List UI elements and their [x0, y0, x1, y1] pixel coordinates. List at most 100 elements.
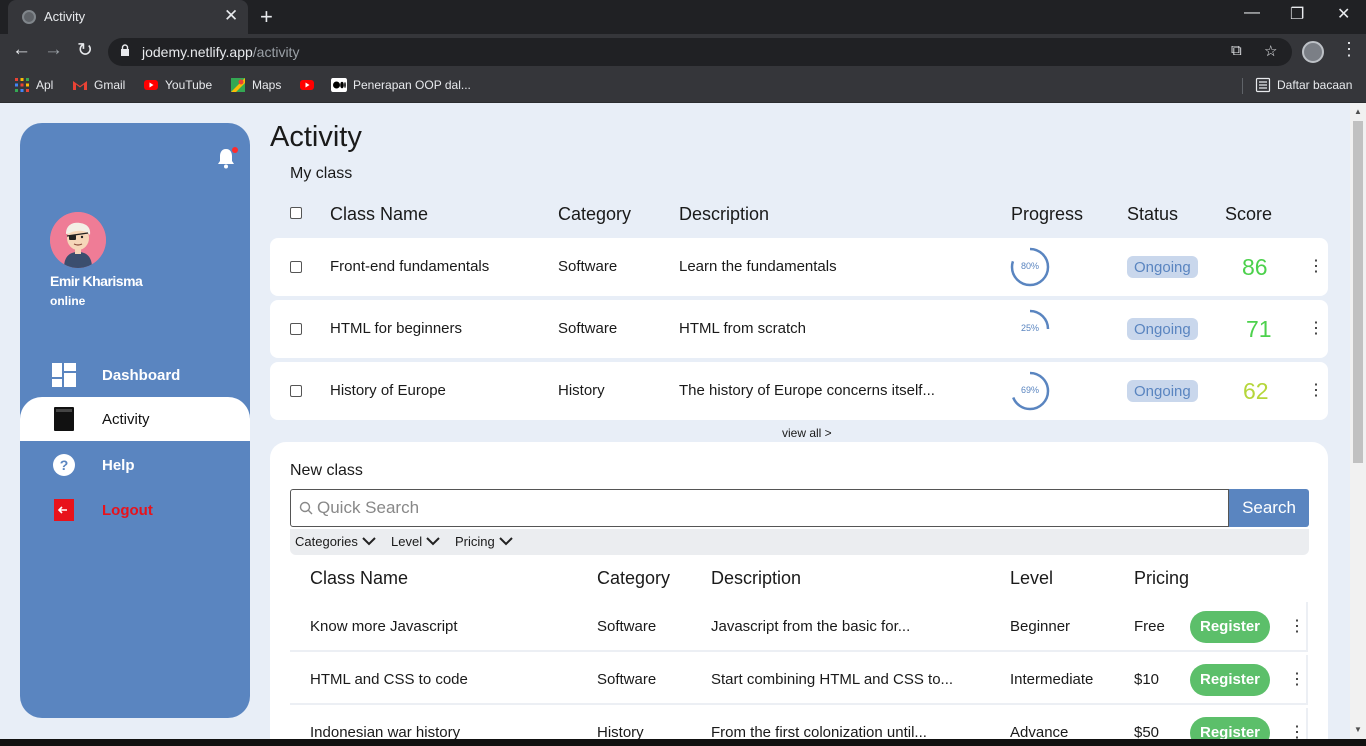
- bookmark-label: YouTube: [165, 78, 213, 92]
- bookmark-maps[interactable]: Maps: [230, 77, 281, 93]
- bookmark-label: Gmail: [94, 78, 126, 92]
- column-header-description: Description: [711, 568, 802, 588]
- register-button[interactable]: Register: [1190, 717, 1270, 739]
- sidebar-item-activity[interactable]: Activity: [20, 397, 250, 441]
- forward-icon[interactable]: →: [44, 39, 63, 61]
- bookmark-star-icon[interactable]: ☆: [1264, 42, 1277, 60]
- progress-label: 69%: [1020, 385, 1039, 395]
- row-menu-icon[interactable]: ⋮: [1289, 616, 1305, 636]
- filter-level[interactable]: Level: [391, 534, 440, 549]
- reload-icon[interactable]: ↻: [77, 39, 93, 62]
- close-window-icon[interactable]: ✕: [1337, 4, 1350, 24]
- search-icon: [299, 501, 313, 515]
- sidebar-item-dashboard[interactable]: Dashboard: [20, 353, 250, 397]
- class-category: Software: [597, 671, 657, 688]
- reading-list-icon: [1255, 77, 1271, 93]
- column-header-pricing: Pricing: [1134, 568, 1190, 588]
- back-icon[interactable]: ←: [12, 39, 31, 61]
- row-checkbox[interactable]: [290, 261, 302, 273]
- bookmark-medium[interactable]: Penerapan OOP dal...: [331, 77, 471, 93]
- filter-label: Level: [391, 534, 423, 549]
- gmail-icon: [73, 81, 87, 90]
- new-class-row[interactable]: Indonesian war history History From the …: [290, 708, 1308, 739]
- column-header-score: Score: [1225, 204, 1273, 224]
- reading-list[interactable]: Daftar bacaan: [1255, 77, 1352, 93]
- class-description: Javascript from the basic for...: [711, 618, 911, 635]
- class-description: Learn the fundamentals: [679, 258, 837, 275]
- select-all-checkbox[interactable]: [290, 207, 302, 219]
- close-tab-icon[interactable]: ✕: [224, 6, 238, 26]
- row-checkbox[interactable]: [290, 385, 302, 397]
- class-name: HTML for beginners: [330, 320, 462, 337]
- my-class-row[interactable]: HTML for beginners Software HTML from sc…: [270, 300, 1328, 358]
- bookmark-separator: [1242, 78, 1243, 94]
- scroll-thumb[interactable]: [1353, 121, 1363, 463]
- page-scrollbar[interactable]: ▲ ▼: [1350, 103, 1366, 739]
- status-badge: Ongoing: [1127, 380, 1198, 402]
- translate-icon[interactable]: ⧉: [1231, 42, 1242, 59]
- globe-icon: [22, 10, 36, 24]
- class-category: History: [558, 382, 605, 399]
- row-menu-icon[interactable]: ⋮: [1289, 722, 1305, 739]
- bookmark-gmail[interactable]: Gmail: [72, 77, 125, 93]
- search-input[interactable]: [317, 496, 1217, 520]
- bookmark-youtube-2[interactable]: [299, 77, 315, 93]
- row-checkbox[interactable]: [290, 323, 302, 335]
- browser-tab[interactable]: Activity ✕: [8, 0, 248, 34]
- sidebar-item-help[interactable]: ? Help: [20, 443, 250, 487]
- sidebar: Emir Kharisma online Dashboard Activity …: [20, 123, 250, 718]
- address-bar[interactable]: jodemy.netlify.app/activity ⧉ ☆: [108, 38, 1292, 66]
- filter-pricing[interactable]: Pricing: [455, 534, 513, 549]
- chevron-down-icon: [362, 537, 376, 546]
- view-all-link[interactable]: view all >: [782, 426, 832, 440]
- row-menu-icon[interactable]: ⋮: [1289, 669, 1305, 689]
- my-class-row[interactable]: History of Europe History The history of…: [270, 362, 1328, 420]
- search-field[interactable]: [290, 489, 1229, 527]
- new-class-heading: New class: [290, 462, 363, 479]
- sidebar-item-logout[interactable]: Logout: [20, 488, 250, 532]
- sidebar-item-label: Logout: [102, 502, 153, 519]
- class-name: History of Europe: [330, 382, 446, 399]
- class-category: Software: [597, 618, 657, 635]
- status-badge: Ongoing: [1127, 318, 1198, 340]
- new-class-row[interactable]: Know more Javascript Software Javascript…: [290, 602, 1308, 652]
- filter-bar: Categories Level Pricing: [290, 529, 1309, 555]
- svg-text:?: ?: [60, 457, 69, 473]
- restore-icon[interactable]: ❐: [1290, 4, 1304, 24]
- bookmark-label: Maps: [252, 78, 282, 92]
- class-category: Software: [558, 320, 618, 337]
- scroll-down-arrow-icon[interactable]: ▼: [1354, 725, 1362, 734]
- register-button[interactable]: Register: [1190, 611, 1270, 643]
- scroll-up-arrow-icon[interactable]: ▲: [1354, 107, 1362, 116]
- browser-menu-icon[interactable]: ⋮: [1340, 39, 1358, 60]
- column-header-class-name: Class Name: [310, 568, 409, 588]
- progress-ring: 25%: [1010, 309, 1050, 349]
- class-category: Software: [558, 258, 618, 275]
- bookmark-youtube[interactable]: YouTube: [143, 77, 212, 93]
- minimize-icon[interactable]: —: [1244, 4, 1260, 22]
- register-button[interactable]: Register: [1190, 664, 1270, 696]
- search-button[interactable]: Search: [1229, 489, 1309, 527]
- sidebar-item-label: Activity: [102, 411, 150, 428]
- bookmark-apps[interactable]: Apl: [14, 77, 53, 93]
- dashboard-icon: [52, 363, 76, 387]
- chevron-down-icon: [499, 537, 513, 546]
- new-class-row[interactable]: HTML and CSS to code Software Start comb…: [290, 655, 1308, 705]
- url-text: jodemy.netlify.app/activity: [142, 44, 300, 60]
- notification-dot: [232, 147, 238, 153]
- new-tab-icon[interactable]: +: [260, 4, 273, 30]
- class-description: HTML from scratch: [679, 320, 806, 337]
- progress-label: 25%: [1020, 323, 1039, 333]
- row-menu-icon[interactable]: ⋮: [1308, 318, 1324, 338]
- row-menu-icon[interactable]: ⋮: [1308, 380, 1324, 400]
- avatar: [50, 212, 106, 268]
- my-class-row[interactable]: Front-end fundamentals Software Learn th…: [270, 238, 1328, 296]
- column-header-description: Description: [679, 204, 770, 224]
- row-menu-icon[interactable]: ⋮: [1308, 256, 1324, 276]
- user-name: Emir Kharisma: [50, 273, 143, 289]
- filter-label: Categories: [295, 534, 358, 549]
- class-name: Indonesian war history: [310, 724, 461, 739]
- class-pricing: $50: [1134, 724, 1160, 739]
- profile-avatar[interactable]: [1302, 41, 1324, 63]
- filter-categories[interactable]: Categories: [295, 534, 376, 549]
